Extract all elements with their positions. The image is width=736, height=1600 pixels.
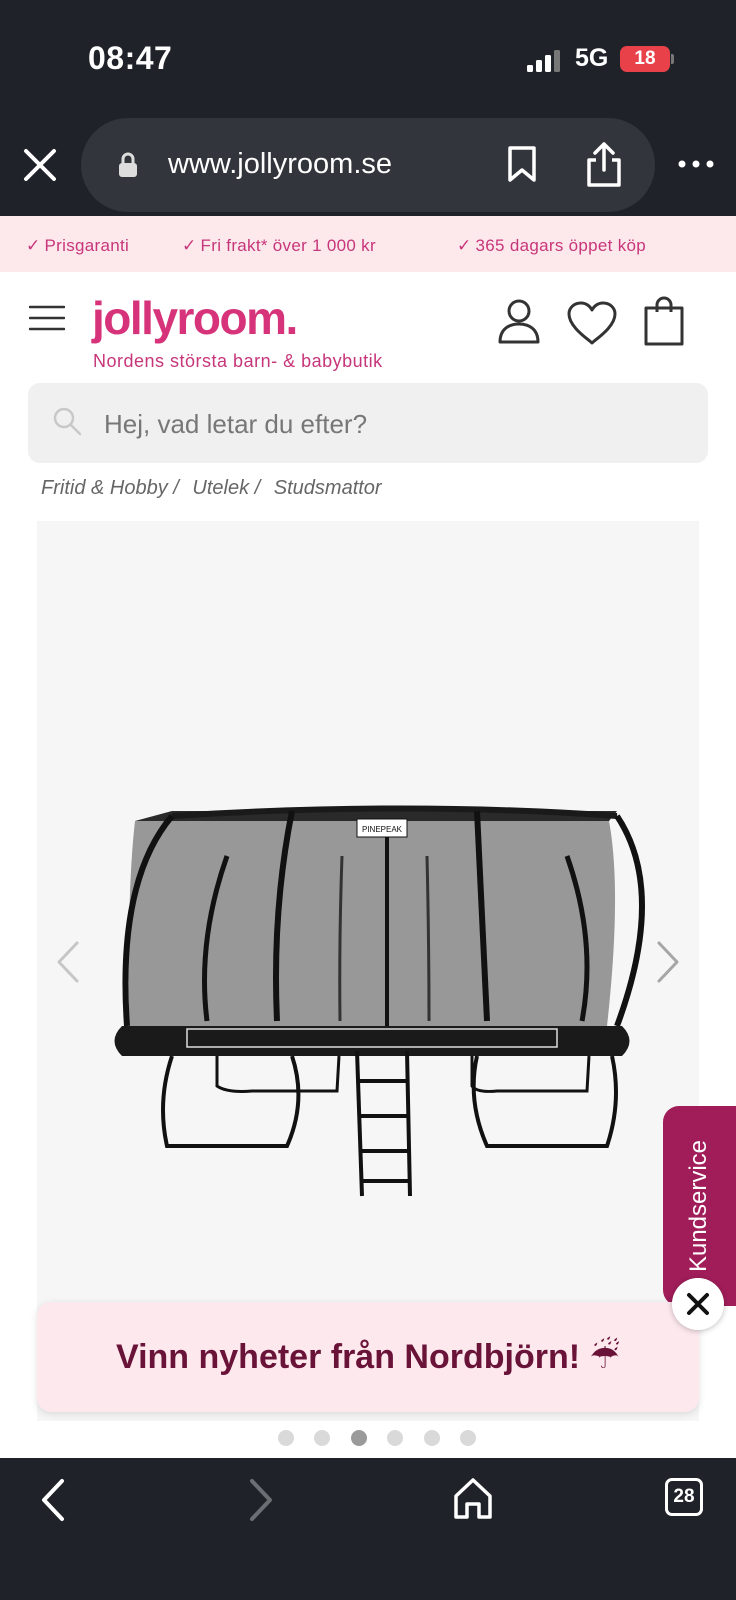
status-time: 08:47 xyxy=(88,40,173,76)
shopping-bag-icon[interactable] xyxy=(644,296,684,346)
browser-toolbar xyxy=(0,1458,736,1600)
battery-indicator: 18 xyxy=(620,46,670,72)
breadcrumb-item-studsmattor[interactable]: Studsmattor xyxy=(274,477,382,499)
next-image-arrow[interactable] xyxy=(655,940,681,984)
close-icon[interactable] xyxy=(20,145,60,185)
bookmark-icon[interactable] xyxy=(507,145,537,183)
usp-item-oppet-kop: ✓ 365 dagars öppet köp xyxy=(457,236,647,255)
carousel-dot[interactable] xyxy=(424,1430,440,1446)
promo-text[interactable]: Vinn nyheter från Nordbjörn! ☔ xyxy=(37,1302,699,1412)
close-promo-icon[interactable] xyxy=(672,1278,724,1330)
breadcrumb-item-utelek[interactable]: Utelek / xyxy=(192,477,260,499)
check-icon: ✓ xyxy=(26,236,41,255)
carousel-dot[interactable] xyxy=(460,1430,476,1446)
usp-item-fri-frakt: ✓ Fri frakt* över 1 000 kr xyxy=(182,236,376,255)
brand-tag: PINEPEAK xyxy=(362,825,403,834)
tabs-count-button[interactable]: 28 xyxy=(665,1478,703,1516)
product-image-gallery[interactable]: PINEPEAK xyxy=(37,521,699,1421)
promo-banner[interactable]: Vinn nyheter från Nordbjörn! ☔ xyxy=(37,1302,699,1412)
heart-icon[interactable] xyxy=(566,300,618,346)
check-icon: ✓ xyxy=(457,236,472,255)
hamburger-menu-icon[interactable] xyxy=(29,305,65,331)
logo[interactable]: jollyroom. xyxy=(92,291,298,345)
carousel-dot-active[interactable] xyxy=(351,1430,367,1446)
cellular-signal-icon xyxy=(527,50,560,72)
breadcrumb: Fritid & Hobby / Utelek / Studsmattor xyxy=(41,477,390,500)
lock-icon xyxy=(119,152,137,177)
customer-service-tab[interactable]: Kundservice xyxy=(663,1106,736,1306)
forward-icon[interactable] xyxy=(246,1476,278,1524)
customer-service-label: Kundservice xyxy=(685,1139,712,1273)
breadcrumb-item-fritid-hobby[interactable]: Fritid & Hobby / xyxy=(41,477,179,499)
search-input[interactable] xyxy=(104,404,664,444)
network-type: 5G xyxy=(575,44,609,72)
usp-item-prisgaranti: ✓ Prisgaranti xyxy=(26,236,130,255)
share-icon[interactable] xyxy=(584,140,624,188)
battery-tip xyxy=(671,54,674,64)
carousel-dot[interactable] xyxy=(314,1430,330,1446)
account-icon[interactable] xyxy=(497,297,541,345)
url-text[interactable]: www.jollyroom.se xyxy=(168,148,392,181)
search-icon xyxy=(53,407,82,436)
home-icon[interactable] xyxy=(452,1476,494,1520)
carousel-dot[interactable] xyxy=(387,1430,403,1446)
back-icon[interactable] xyxy=(36,1476,68,1524)
tagline: Nordens största barn- & babybutik xyxy=(93,351,383,371)
more-options-icon[interactable] xyxy=(676,152,716,176)
previous-image-arrow[interactable] xyxy=(55,940,81,984)
trampoline-product-image: PINEPEAK xyxy=(114,805,645,1197)
carousel-dot[interactable] xyxy=(278,1430,294,1446)
check-icon: ✓ xyxy=(182,236,197,255)
